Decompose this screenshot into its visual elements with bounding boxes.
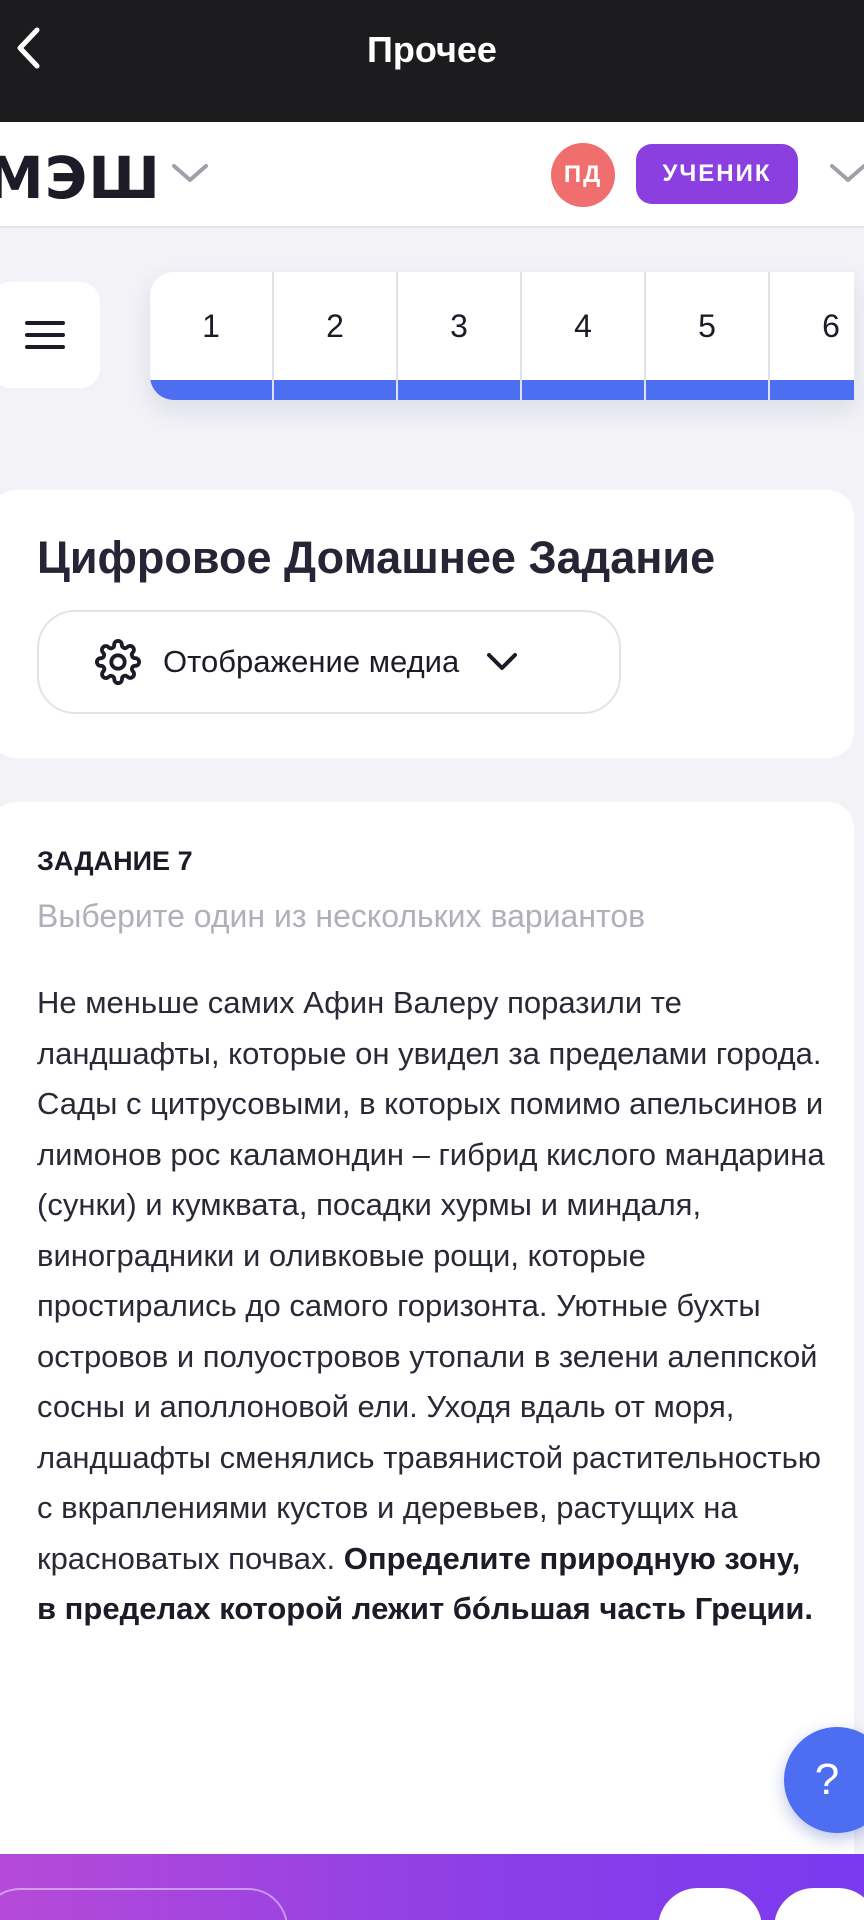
app-header: МЭШ ПД УЧЕНИК bbox=[0, 122, 864, 228]
page-title: Прочее bbox=[367, 29, 497, 70]
media-display-select[interactable]: Отображение медиа bbox=[37, 610, 621, 714]
back-button[interactable] bbox=[8, 24, 48, 72]
task-tab-3[interactable]: 3 bbox=[398, 272, 522, 400]
homework-title: Цифровое Домашнее Задание bbox=[37, 532, 716, 583]
task-description: Не меньше самих Афин Валеру поразили те … bbox=[37, 985, 825, 1576]
task-tab-5[interactable]: 5 bbox=[646, 272, 770, 400]
bottom-pill-button[interactable] bbox=[774, 1888, 864, 1920]
chevron-left-icon bbox=[17, 27, 40, 69]
media-display-label: Отображение медиа bbox=[163, 644, 460, 679]
logo[interactable]: МЭШ bbox=[0, 144, 161, 212]
task-number-nav: 1 2 3 4 5 6 bbox=[150, 272, 854, 400]
task-tab-2[interactable]: 2 bbox=[274, 272, 398, 400]
chevron-down-icon bbox=[830, 164, 864, 182]
top-bar: Прочее bbox=[0, 0, 864, 122]
task-tab-6[interactable]: 6 bbox=[770, 272, 854, 400]
task-hint: Выберите один из нескольких вариантов bbox=[37, 898, 646, 934]
chevron-down-icon bbox=[172, 164, 208, 182]
task-card: ЗАДАНИЕ 7 Выберите один из нескольких ва… bbox=[0, 802, 854, 1902]
chevron-down-icon bbox=[485, 651, 519, 673]
bottom-outline-button[interactable] bbox=[0, 1888, 288, 1920]
role-button[interactable]: УЧЕНИК bbox=[636, 144, 798, 204]
task-number-label: ЗАДАНИЕ 7 bbox=[37, 846, 193, 876]
bottom-action-bar bbox=[0, 1854, 864, 1920]
role-dropdown[interactable] bbox=[828, 162, 864, 191]
homework-card: Цифровое Домашнее Задание Отображение ме… bbox=[0, 490, 854, 758]
task-tab-1[interactable]: 1 bbox=[150, 272, 274, 400]
avatar[interactable]: ПД bbox=[551, 143, 615, 207]
task-tab-4[interactable]: 4 bbox=[522, 272, 646, 400]
logo-dropdown[interactable] bbox=[170, 162, 210, 191]
gear-icon bbox=[95, 639, 141, 685]
menu-button[interactable] bbox=[0, 282, 100, 388]
bottom-pill-button[interactable] bbox=[658, 1888, 762, 1920]
task-body: Не меньше самих Афин Валеру поразили те … bbox=[37, 978, 827, 1635]
hamburger-icon bbox=[25, 321, 65, 349]
